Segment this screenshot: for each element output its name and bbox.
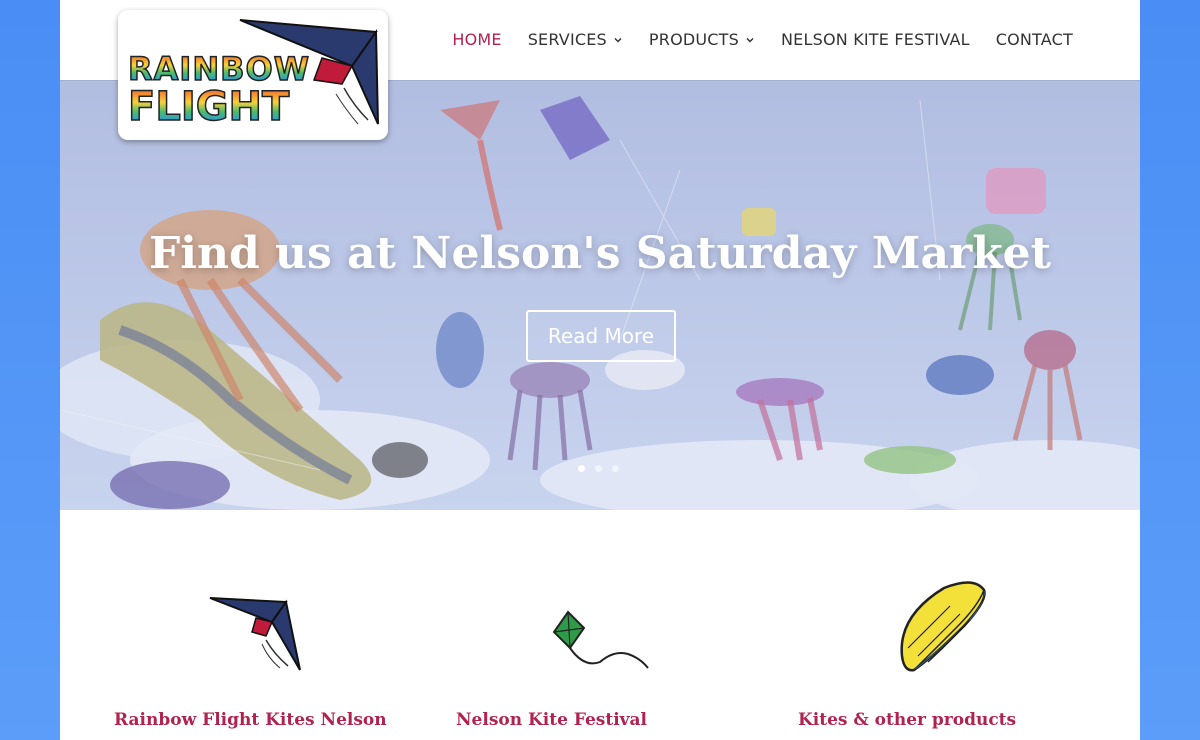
chevron-down-icon	[746, 37, 754, 43]
diamond-kite-icon	[552, 610, 649, 669]
delta-kite-icon	[209, 597, 301, 671]
chevron-down-icon	[614, 37, 622, 43]
page: HOME SERVICES PRODUCTS NELSON KITE FESTI…	[60, 0, 1140, 740]
nav-kite-festival[interactable]: NELSON KITE FESTIVAL	[768, 28, 983, 52]
nav-services-label: SERVICES	[527, 30, 607, 49]
hero-slider: Find us at Nelson's Saturday Market Read…	[60, 80, 1140, 510]
nav-products-label: PRODUCTS	[648, 30, 739, 49]
svg-text:RAINBOW: RAINBOW	[128, 50, 310, 88]
nav-contact-label: CONTACT	[995, 30, 1073, 49]
hero-title: Find us at Nelson's Saturday Market	[149, 228, 1051, 279]
slider-dot-2[interactable]	[595, 465, 602, 472]
rainbow-flight-logo-icon: RAINBOW FLIGHT	[127, 19, 379, 131]
feature-title[interactable]: Nelson Kite Festival	[456, 710, 647, 730]
nav-home-label: HOME	[452, 30, 502, 49]
slider-dots	[578, 465, 619, 472]
feature-title[interactable]: Kites & other products	[798, 710, 1016, 730]
nav-products[interactable]: PRODUCTS	[636, 28, 768, 52]
slider-dot-3[interactable]	[612, 465, 619, 472]
hero-overlay	[60, 80, 1140, 510]
main-nav: HOME SERVICES PRODUCTS NELSON KITE FESTI…	[439, 28, 1086, 52]
nav-home[interactable]: HOME	[439, 28, 514, 52]
feature-title[interactable]: Rainbow Flight Kites Nelson	[114, 710, 387, 730]
nav-services[interactable]: SERVICES	[515, 28, 636, 52]
svg-text:FLIGHT: FLIGHT	[128, 84, 290, 130]
power-kite-icon	[900, 581, 986, 672]
nav-contact[interactable]: CONTACT	[983, 28, 1086, 52]
nav-kite-festival-label: NELSON KITE FESTIVAL	[781, 30, 970, 49]
slider-dot-1[interactable]	[578, 465, 585, 472]
read-more-button[interactable]: Read More	[526, 310, 676, 362]
site-logo[interactable]: RAINBOW FLIGHT	[118, 10, 388, 140]
